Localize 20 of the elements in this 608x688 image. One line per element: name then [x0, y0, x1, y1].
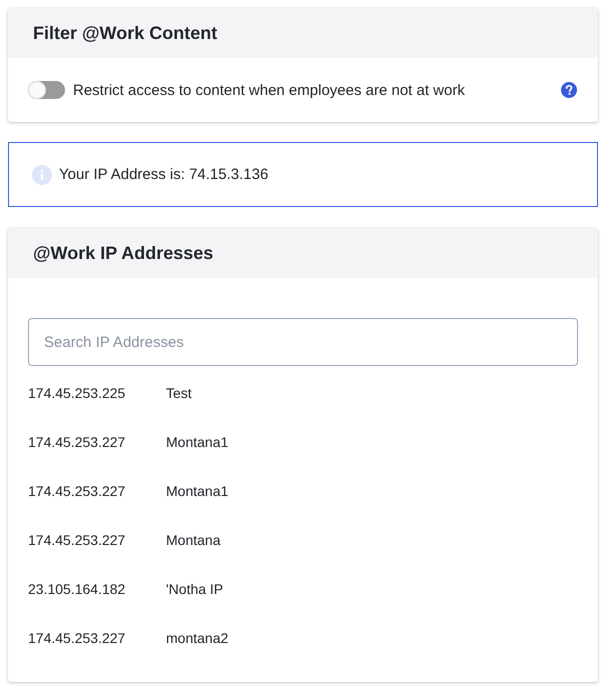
ip-address: 174.45.253.225: [28, 384, 126, 400]
ip-label: Montana1: [166, 434, 228, 450]
ip-label: 'Notha IP: [166, 580, 224, 596]
ip-address: 23.105.164.182: [28, 580, 126, 596]
ip-address: 174.45.253.227: [28, 532, 126, 548]
card-title: @Work IP Addresses: [33, 242, 214, 264]
ip-address: 174.45.253.227: [28, 630, 126, 646]
ip-address: 174.45.253.227: [28, 482, 126, 498]
help-icon[interactable]: [561, 82, 577, 98]
ip-label: Montana: [166, 532, 220, 548]
info-icon: [32, 164, 52, 184]
ip-label: Montana1: [166, 482, 228, 498]
search-field[interactable]: Search IP Addresses: [28, 318, 578, 366]
ip-label: Test: [166, 384, 192, 400]
ip-address: 174.45.253.227: [28, 434, 126, 450]
card-title: Filter @Work Content: [33, 22, 218, 44]
ip-label: montana2: [166, 630, 228, 646]
toggle-label: Restrict access to content when employees are not at work: [73, 82, 465, 98]
toggle-switch[interactable]: [28, 81, 65, 99]
ip-address-text: Your IP Address is: 74.15.3.136: [59, 166, 268, 183]
